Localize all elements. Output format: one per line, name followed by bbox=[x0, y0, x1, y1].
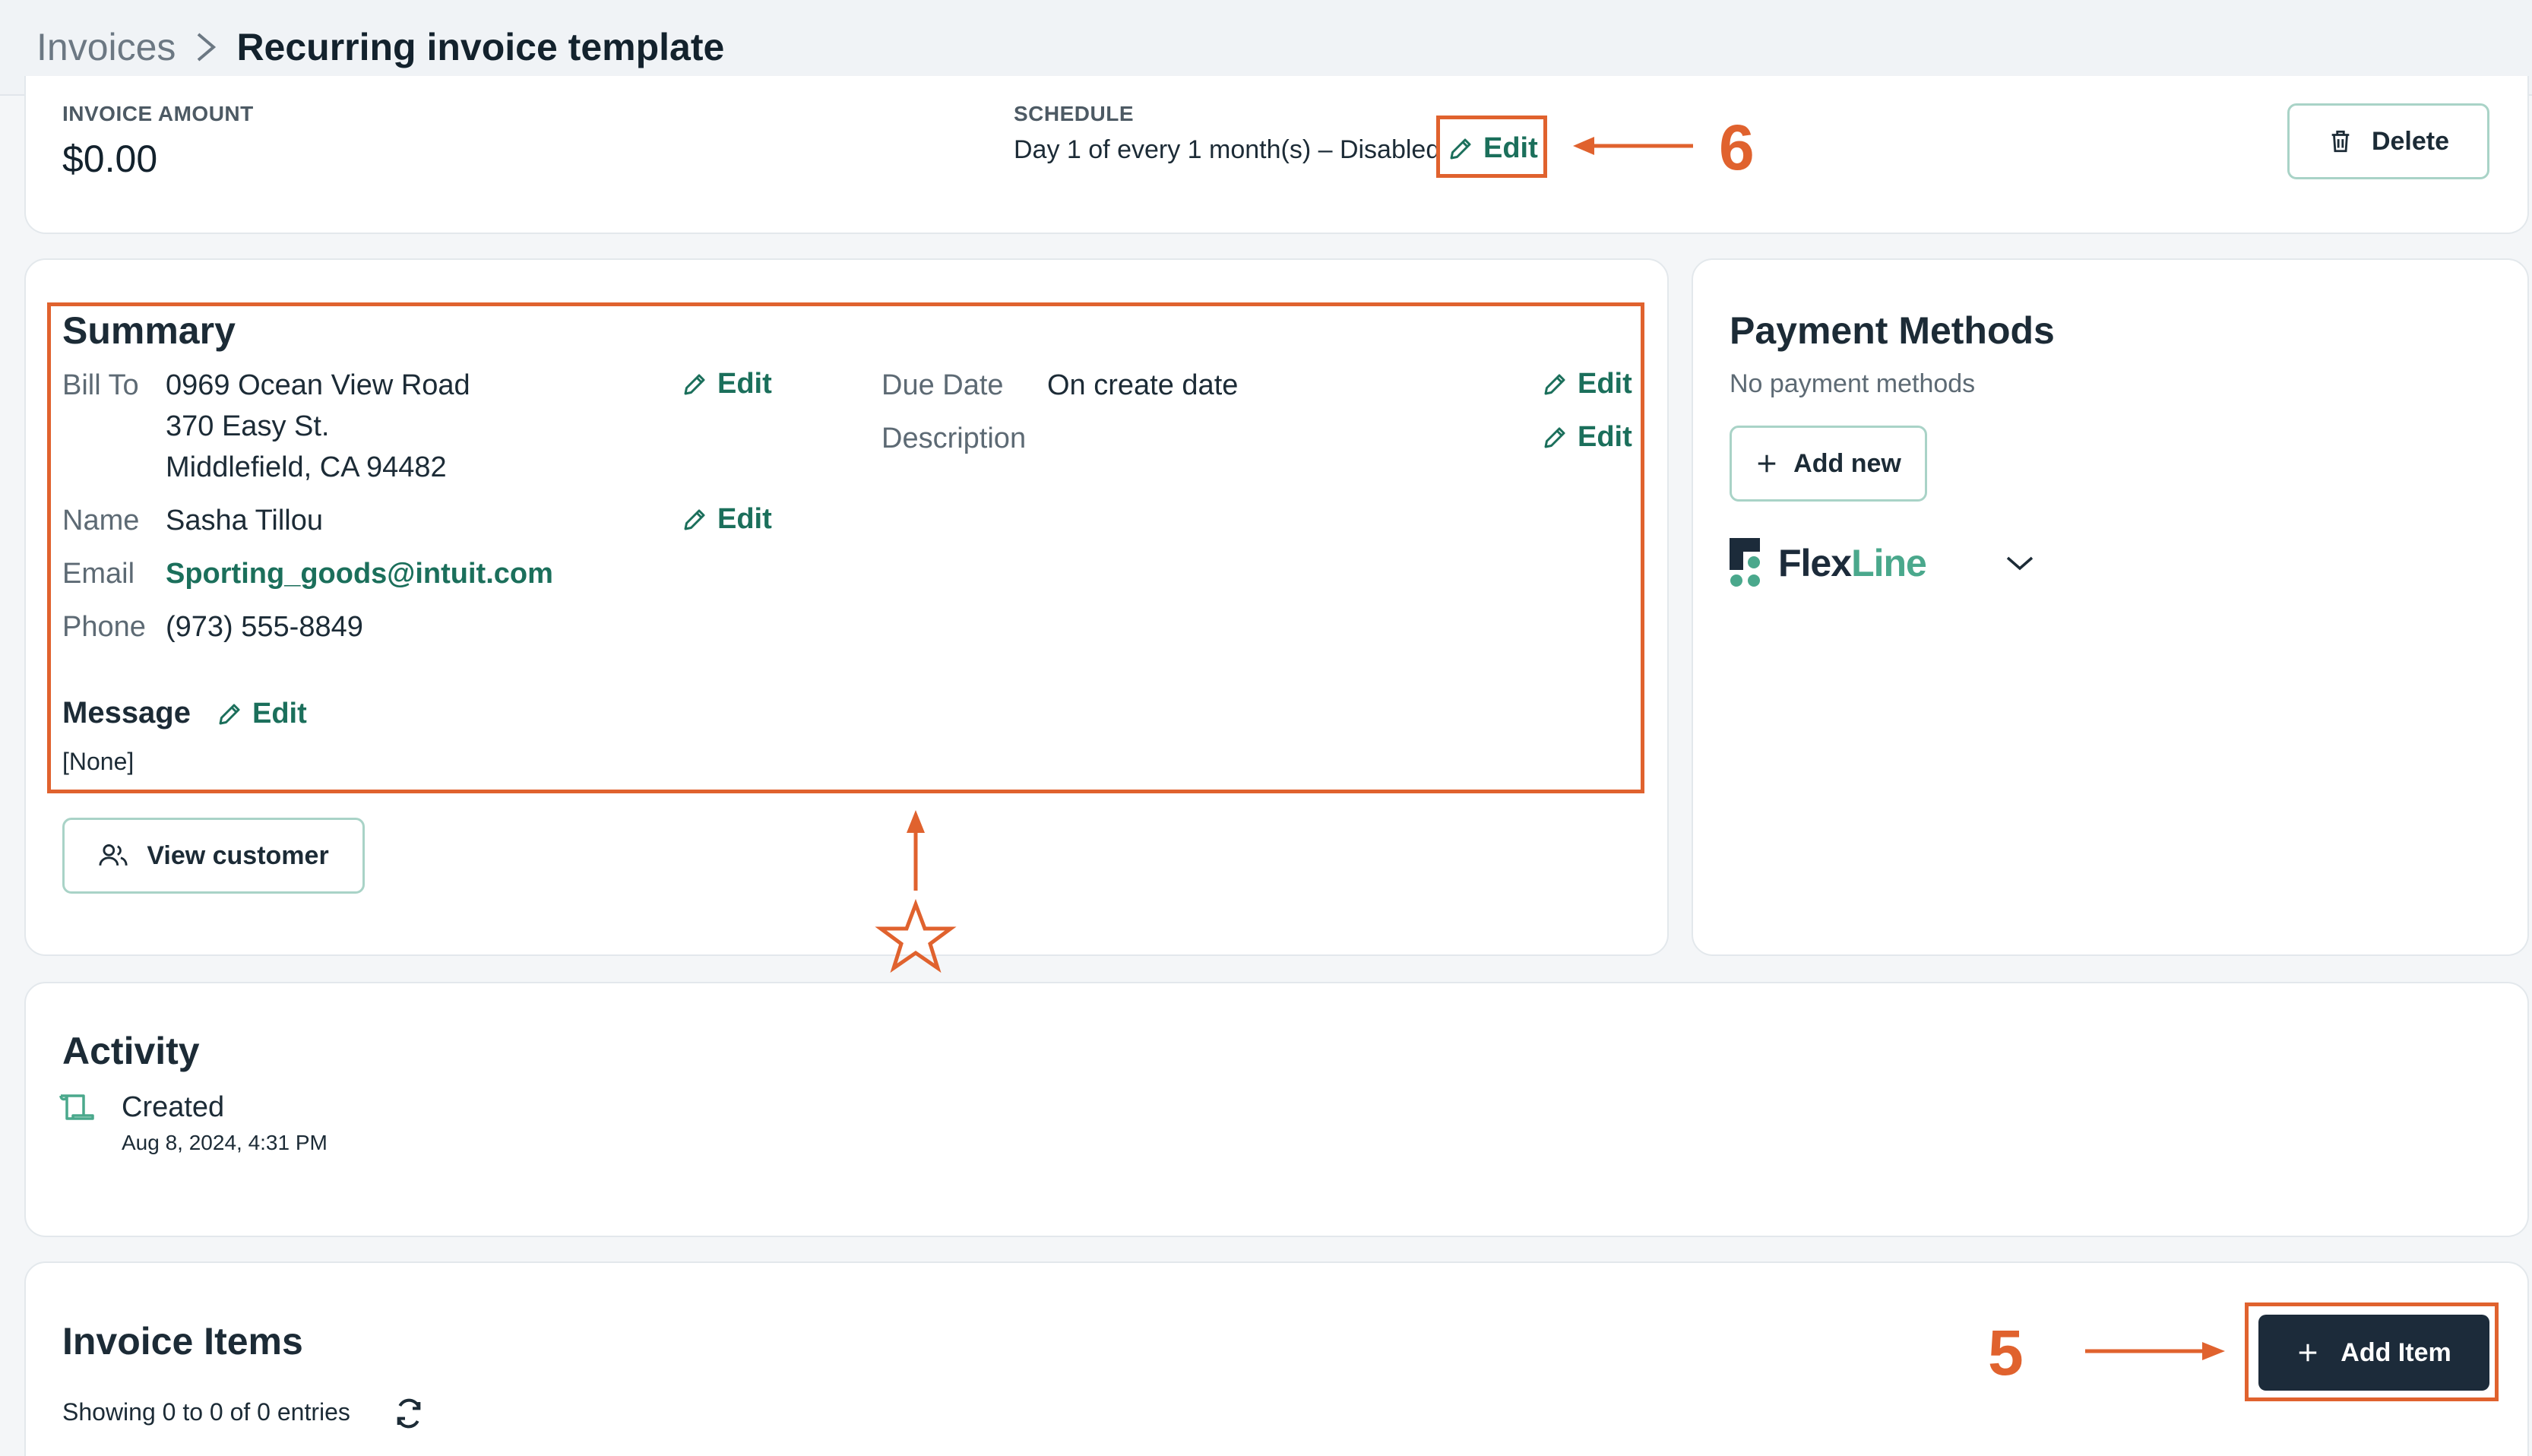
plus-icon bbox=[1758, 454, 1776, 473]
chevron-right-icon bbox=[198, 33, 217, 62]
invoice-items-title: Invoice Items bbox=[62, 1320, 303, 1363]
users-icon bbox=[99, 844, 128, 866]
plus-icon bbox=[2299, 1344, 2317, 1362]
activity-title: Activity bbox=[62, 1030, 200, 1072]
view-customer-button[interactable]: View customer bbox=[62, 818, 365, 894]
bill-to-line-2: 370 Easy St. bbox=[166, 410, 330, 442]
phone-label: Phone bbox=[62, 611, 146, 643]
page: Invoices Recurring invoice template INVO… bbox=[0, 0, 2532, 1456]
refresh-icon[interactable] bbox=[394, 1398, 424, 1429]
trash-icon bbox=[2331, 130, 2350, 153]
message-value: [None] bbox=[62, 748, 135, 775]
pencil-icon bbox=[684, 374, 705, 394]
annotation-schedule-edit-box bbox=[1436, 116, 1547, 178]
name-value: Sasha Tillou bbox=[166, 505, 324, 537]
flexline-logo-icon bbox=[1730, 538, 1760, 587]
annotation-number-5: 5 bbox=[1988, 1317, 2024, 1388]
due-date-edit-button[interactable]: Edit bbox=[1541, 368, 1632, 400]
bill-to-edit-button[interactable]: Edit bbox=[681, 368, 772, 400]
annotation-star-arrow bbox=[875, 810, 957, 973]
flexline-logo-part1: Flex bbox=[1778, 542, 1852, 584]
pencil-icon bbox=[219, 704, 240, 724]
chevron-down-icon[interactable] bbox=[2003, 552, 2037, 574]
flexline-logo-part2: Line bbox=[1851, 542, 1927, 584]
add-item-button[interactable]: Add Item bbox=[2258, 1315, 2489, 1391]
description-edit-button[interactable]: Edit bbox=[1541, 421, 1632, 454]
email-link[interactable]: Sporting_goods@intuit.com bbox=[166, 558, 553, 590]
description-label: Description bbox=[881, 423, 1027, 454]
message-edit-button[interactable]: Edit bbox=[216, 698, 307, 730]
schedule-value: Day 1 of every 1 month(s) – Disabled bbox=[1014, 135, 1441, 164]
name-edit-button[interactable]: Edit bbox=[681, 503, 772, 536]
annotation-arrow-left bbox=[1573, 137, 1693, 155]
flexline-logo-text: FlexLine bbox=[1778, 541, 1927, 585]
bill-to-line-1: 0969 Ocean View Road bbox=[166, 369, 470, 401]
page-title: Recurring invoice template bbox=[236, 26, 725, 68]
pencil-icon bbox=[684, 509, 705, 530]
no-payment-methods-text: No payment methods bbox=[1730, 369, 1976, 398]
email-label: Email bbox=[62, 558, 135, 590]
annotation-number-6: 6 bbox=[1719, 112, 1755, 183]
activity-card bbox=[24, 982, 2529, 1237]
bill-to-edit-label: Edit bbox=[717, 368, 772, 400]
name-edit-label: Edit bbox=[717, 503, 772, 535]
add-payment-method-button[interactable]: Add new bbox=[1730, 426, 1927, 502]
invoice-amount-label: INVOICE AMOUNT bbox=[62, 102, 254, 125]
pencil-icon bbox=[1544, 427, 1565, 448]
payment-methods-title: Payment Methods bbox=[1730, 309, 2055, 352]
activity-event: Created bbox=[122, 1091, 225, 1123]
scroll-icon bbox=[59, 1094, 94, 1120]
due-date-edit-label: Edit bbox=[1578, 368, 1632, 400]
phone-value: (973) 555-8849 bbox=[166, 611, 363, 643]
bill-to-line-3: Middlefield, CA 94482 bbox=[166, 451, 447, 483]
breadcrumb-invoices-link[interactable]: Invoices bbox=[36, 25, 176, 69]
payment-methods-card bbox=[1692, 258, 2529, 956]
delete-label: Delete bbox=[2371, 126, 2450, 156]
activity-timestamp: Aug 8, 2024, 4:31 PM bbox=[122, 1131, 328, 1154]
pencil-icon bbox=[1544, 374, 1565, 394]
message-title: Message bbox=[62, 696, 191, 730]
invoice-amount-value: $0.00 bbox=[62, 138, 158, 180]
bill-to-label: Bill To bbox=[62, 369, 139, 401]
entries-count-text: Showing 0 to 0 of 0 entries bbox=[62, 1398, 350, 1426]
add-item-label: Add Item bbox=[2341, 1337, 2451, 1367]
delete-button[interactable]: Delete bbox=[2287, 103, 2489, 179]
flexline-provider[interactable]: FlexLine bbox=[1730, 538, 1927, 588]
due-date-value: On create date bbox=[1047, 369, 1239, 401]
add-new-label: Add new bbox=[1793, 448, 1901, 478]
annotation-arrow-right bbox=[2085, 1342, 2225, 1360]
summary-title: Summary bbox=[62, 309, 236, 352]
due-date-label: Due Date bbox=[881, 369, 1004, 401]
schedule-label: SCHEDULE bbox=[1014, 102, 1135, 125]
name-label: Name bbox=[62, 505, 140, 537]
view-customer-label: View customer bbox=[147, 840, 329, 870]
message-edit-label: Edit bbox=[252, 698, 307, 730]
description-edit-label: Edit bbox=[1578, 421, 1632, 453]
